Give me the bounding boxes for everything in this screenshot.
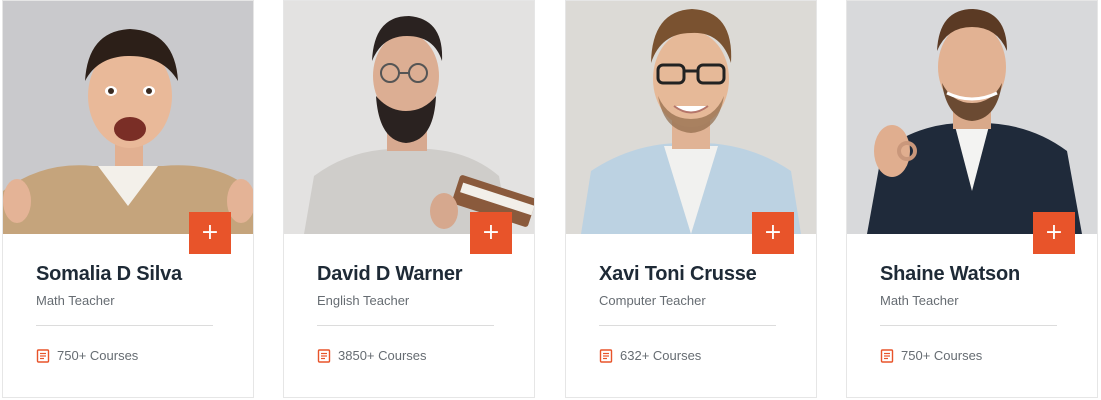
teacher-info: David D Warner English Teacher 3850+ Cou… [317,234,494,363]
teacher-photo-image [566,1,816,234]
courses-count: 750+ Courses [880,348,1057,363]
courses-count: 750+ Courses [36,348,213,363]
divider [317,325,494,326]
courses-count: 3850+ Courses [317,348,494,363]
courses-label: 632+ Courses [620,348,702,363]
book-icon [36,348,50,363]
teacher-name[interactable]: Xavi Toni Crusse [599,263,776,286]
courses-label: 750+ Courses [901,348,983,363]
teacher-photo-image [284,1,534,234]
courses-label: 3850+ Courses [338,348,427,363]
book-icon [599,348,613,363]
courses-count: 632+ Courses [599,348,776,363]
teacher-card: + Xavi Toni Crusse Computer Teacher 632+… [565,0,817,398]
teacher-role: Computer Teacher [599,293,706,308]
team-grid: + Somalia D Silva Math Teacher 750+ Cour… [0,0,1101,400]
teacher-photo[interactable] [3,1,253,234]
divider [880,325,1057,326]
teacher-photo-image [847,1,1097,234]
teacher-name[interactable]: Shaine Watson [880,263,1057,286]
teacher-name[interactable]: Somalia D Silva [36,263,213,286]
teacher-info: Shaine Watson Math Teacher 750+ Courses [880,234,1057,363]
teacher-role: Math Teacher [880,293,959,308]
teacher-role: English Teacher [317,293,410,308]
teacher-card: + Shaine Watson Math Teacher 750+ Course… [846,0,1098,398]
teacher-photo[interactable] [847,1,1097,234]
book-icon [880,348,894,363]
divider [599,325,776,326]
divider [36,325,213,326]
book-icon [317,348,331,363]
teacher-name[interactable]: David D Warner [317,263,494,286]
teacher-photo-image [3,1,253,234]
teacher-photo[interactable] [566,1,816,234]
teacher-card: + Somalia D Silva Math Teacher 750+ Cour… [2,0,254,398]
courses-label: 750+ Courses [57,348,139,363]
teacher-info: Xavi Toni Crusse Computer Teacher 632+ C… [599,234,776,363]
teacher-photo[interactable] [284,1,534,234]
teacher-info: Somalia D Silva Math Teacher 750+ Course… [36,234,213,363]
teacher-card: + David D Warner English Teacher 3850+ C… [283,0,535,398]
teacher-role: Math Teacher [36,293,115,308]
